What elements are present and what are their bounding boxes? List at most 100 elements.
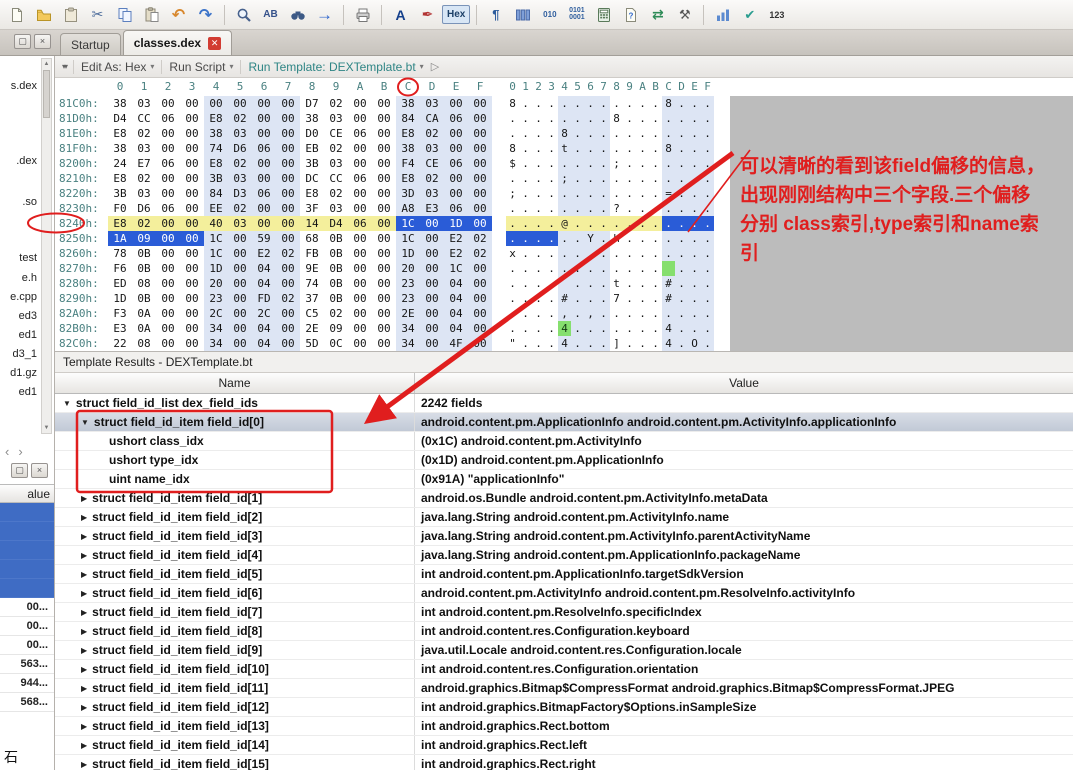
hex-byte[interactable]: 00 <box>468 321 492 336</box>
ascii-char[interactable]: . <box>519 276 532 291</box>
value-row[interactable]: 563... <box>0 655 54 674</box>
tree-collapsed-icon[interactable]: ▶ <box>81 760 87 769</box>
hex-byte[interactable]: 00 <box>156 231 180 246</box>
ascii-char[interactable]: . <box>610 186 623 201</box>
ascii-char[interactable]: . <box>688 246 701 261</box>
ascii-char[interactable]: . <box>662 201 675 216</box>
ascii-char[interactable]: , <box>584 306 597 321</box>
hex-byte[interactable]: 06 <box>252 186 276 201</box>
hex-byte[interactable]: 00 <box>468 156 492 171</box>
hex-byte[interactable]: 00 <box>156 126 180 141</box>
template-row[interactable]: ▶ struct field_id_item field_id[5] int and… <box>55 565 1073 584</box>
ascii-char[interactable]: . <box>584 111 597 126</box>
file-list-item[interactable]: ed1 <box>19 386 37 398</box>
ascii-char[interactable]: . <box>584 171 597 186</box>
hex-byte[interactable]: 1D <box>204 261 228 276</box>
column-header-value[interactable]: Value <box>415 373 1073 393</box>
file-list-item[interactable]: d1.gz <box>10 367 37 379</box>
ascii-char[interactable]: 8 <box>558 126 571 141</box>
hex-byte[interactable]: 38 <box>108 96 132 111</box>
hex-byte[interactable]: 00 <box>372 291 396 306</box>
template-row[interactable]: ▶ struct field_id_item field_id[10] int an… <box>55 660 1073 679</box>
ascii-char[interactable]: . <box>597 216 610 231</box>
hex-byte[interactable]: E2 <box>444 246 468 261</box>
check-edit-icon[interactable]: ✔ <box>737 3 762 27</box>
hex-byte[interactable]: 00 <box>276 276 300 291</box>
hex-byte[interactable]: 00 <box>252 126 276 141</box>
ascii-char[interactable]: . <box>636 306 649 321</box>
hex-byte[interactable]: EB <box>300 141 324 156</box>
copy-icon[interactable] <box>112 3 137 27</box>
hex-byte[interactable]: D3 <box>228 186 252 201</box>
ascii-char[interactable]: . <box>519 216 532 231</box>
hex-byte[interactable]: 00 <box>348 261 372 276</box>
hex-byte[interactable]: 03 <box>132 96 156 111</box>
template-row[interactable]: ▶ struct field_id_item field_id[11] androi… <box>55 679 1073 698</box>
hex-byte[interactable]: 06 <box>252 141 276 156</box>
hex-byte[interactable]: 03 <box>228 126 252 141</box>
ascii-char[interactable]: . <box>675 291 688 306</box>
scroll-down-icon[interactable]: ▼ <box>42 423 51 433</box>
ascii-char[interactable]: . <box>623 156 636 171</box>
ascii-char[interactable]: . <box>545 246 558 261</box>
ascii-char[interactable]: . <box>558 231 571 246</box>
ascii-char[interactable]: . <box>701 291 714 306</box>
tools-icon[interactable]: ⚒ <box>672 3 697 27</box>
hex-byte[interactable]: 00 <box>252 216 276 231</box>
hex-byte[interactable]: 00 <box>372 171 396 186</box>
clipboard-icon[interactable] <box>58 3 83 27</box>
ascii-char[interactable]: 4 <box>662 336 675 351</box>
hex-byte[interactable]: 08 <box>132 336 156 351</box>
ascii-char[interactable]: . <box>688 291 701 306</box>
ascii-char[interactable]: . <box>558 201 571 216</box>
ascii-char[interactable]: . <box>662 216 675 231</box>
hex-byte[interactable]: 00 <box>180 306 204 321</box>
ascii-char[interactable]: . <box>532 276 545 291</box>
hex-byte[interactable]: 00 <box>420 246 444 261</box>
ascii-char[interactable]: . <box>545 291 558 306</box>
ascii-char[interactable]: . <box>649 96 662 111</box>
hex-byte[interactable]: 38 <box>204 126 228 141</box>
ascii-char[interactable]: . <box>701 261 714 276</box>
ascii-char[interactable]: . <box>597 336 610 351</box>
hex-byte[interactable]: 00 <box>444 186 468 201</box>
ascii-char[interactable]: . <box>506 171 519 186</box>
ascii-char[interactable]: . <box>675 336 688 351</box>
ascii-char[interactable]: . <box>597 156 610 171</box>
hex-byte[interactable]: 3F <box>300 201 324 216</box>
ascii-char[interactable]: , <box>558 306 571 321</box>
hex-byte[interactable]: 00 <box>180 171 204 186</box>
ascii-char[interactable]: . <box>701 336 714 351</box>
hex-byte[interactable]: 00 <box>276 96 300 111</box>
hex-byte[interactable]: 00 <box>276 171 300 186</box>
hex-byte[interactable]: 00 <box>276 336 300 351</box>
ascii-char[interactable]: . <box>571 141 584 156</box>
ascii-char[interactable]: . <box>584 321 597 336</box>
ascii-char[interactable]: . <box>597 231 610 246</box>
ascii-char[interactable]: . <box>545 276 558 291</box>
hex-byte[interactable]: 06 <box>444 156 468 171</box>
ascii-char[interactable]: . <box>545 96 558 111</box>
ascii-char[interactable]: . <box>506 111 519 126</box>
hex-byte[interactable]: 00 <box>180 96 204 111</box>
ascii-char[interactable]: . <box>649 111 662 126</box>
ascii-char[interactable]: . <box>597 141 610 156</box>
hex-byte[interactable]: 00 <box>228 276 252 291</box>
tab-classes-dex[interactable]: classes.dex ✕ <box>122 30 233 55</box>
ascii-char[interactable]: . <box>597 126 610 141</box>
ascii-char[interactable]: . <box>545 321 558 336</box>
template-row[interactable]: ▶ struct field_id_item field_id[7] int and… <box>55 603 1073 622</box>
template-row[interactable]: ▶ struct field_id_item field_id[6] android… <box>55 584 1073 603</box>
hex-byte[interactable]: 00 <box>468 336 492 351</box>
hex-byte[interactable]: 1C <box>444 261 468 276</box>
ascii-char[interactable]: . <box>649 231 662 246</box>
ascii-char[interactable]: . <box>532 156 545 171</box>
ascii-char[interactable]: . <box>662 126 675 141</box>
hex-byte[interactable]: 04 <box>252 261 276 276</box>
hex-byte[interactable]: 00 <box>372 276 396 291</box>
swap-bytes-icon[interactable]: ⇄ <box>645 3 670 27</box>
hex-byte[interactable]: 00 <box>228 261 252 276</box>
ascii-char[interactable]: . <box>649 261 662 276</box>
ascii-char[interactable]: . <box>636 291 649 306</box>
hex-byte[interactable]: 06 <box>156 111 180 126</box>
